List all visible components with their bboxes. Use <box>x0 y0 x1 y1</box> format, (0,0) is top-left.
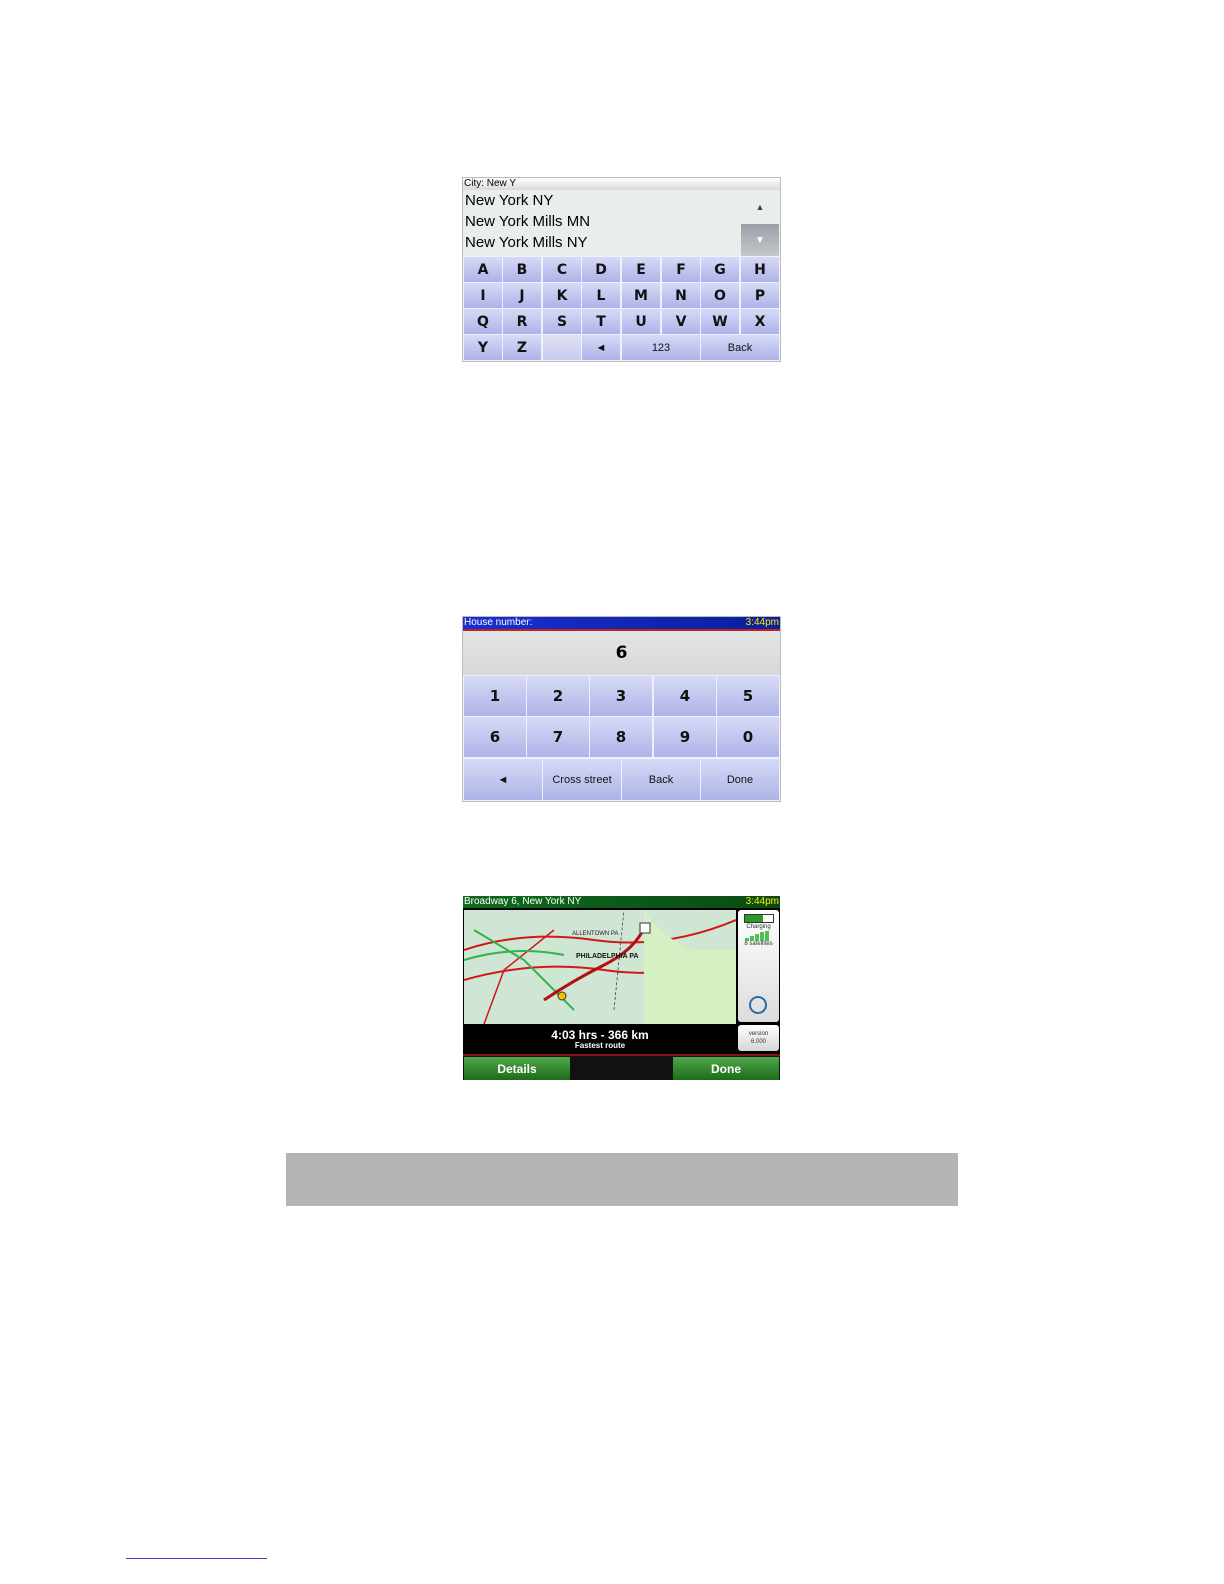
numbers-key[interactable]: 123 <box>621 334 701 361</box>
key-1[interactable]: 1 <box>463 675 527 717</box>
key-2[interactable]: 2 <box>526 675 590 717</box>
key-w[interactable]: W <box>700 308 740 335</box>
house-number-value: 6 <box>463 631 780 675</box>
city-input-title: City: New Y <box>463 178 780 190</box>
cross-street-button[interactable]: Cross street <box>542 758 622 801</box>
letter-keyboard: A B C D E F G H I J K L M N O P Q R S T … <box>463 256 780 361</box>
key-q[interactable]: Q <box>463 308 503 335</box>
key-6[interactable]: 6 <box>463 716 527 758</box>
destination-title: Broadway 6, New York NY <box>464 896 582 907</box>
key-4[interactable]: 4 <box>653 675 717 717</box>
map-label-allentown: ALLENTOWN PA <box>572 931 618 937</box>
key-t[interactable]: T <box>581 308 621 335</box>
volume-icon[interactable] <box>749 996 767 1014</box>
key-g[interactable]: G <box>700 256 740 283</box>
key-y[interactable]: Y <box>463 334 503 361</box>
key-o[interactable]: O <box>700 282 740 309</box>
map-graphic: ALLENTOWN PA PHILADELPHIA PA <box>463 909 737 1025</box>
key-3[interactable]: 3 <box>589 675 653 717</box>
version-label: version <box>748 1031 769 1037</box>
map-label-philadelphia: PHILADELPHIA PA <box>576 953 639 960</box>
key-u[interactable]: U <box>621 308 661 335</box>
key-f[interactable]: F <box>661 256 701 283</box>
route-type: Fastest route <box>574 1041 626 1050</box>
charging-label: Charging <box>746 924 771 930</box>
key-5[interactable]: 5 <box>716 675 780 717</box>
version-number: 6.000 <box>750 1039 766 1045</box>
key-l[interactable]: L <box>581 282 621 309</box>
key-v[interactable]: V <box>661 308 701 335</box>
route-summary: 4:03 hrs - 366 km Fastest route <box>464 1024 736 1054</box>
start-marker-icon <box>557 991 567 1001</box>
key-m[interactable]: M <box>621 282 661 309</box>
key-0[interactable]: 0 <box>716 716 780 758</box>
version-badge[interactable]: version 6.000 <box>738 1025 779 1051</box>
city-search-screen: City: New Y New York NY New York Mills M… <box>463 178 780 361</box>
key-8[interactable]: 8 <box>589 716 653 758</box>
house-number-screen: House number: 3:44pm 6 1 2 3 4 5 6 7 8 9… <box>463 617 780 801</box>
done-button[interactable]: Done <box>700 758 780 801</box>
key-a[interactable]: A <box>463 256 503 283</box>
title-bar: House number: 3:44pm <box>463 617 780 631</box>
route-map[interactable]: ALLENTOWN PA PHILADELPHIA PA <box>463 909 737 1025</box>
clock: 3:44pm <box>745 617 779 628</box>
key-d[interactable]: D <box>581 256 621 283</box>
backspace-key[interactable]: ◄ <box>581 334 621 361</box>
back-button[interactable]: Back <box>700 334 780 361</box>
key-7[interactable]: 7 <box>526 716 590 758</box>
key-blank <box>542 334 582 361</box>
title-bar: Broadway 6, New York NY 3:44pm <box>463 896 780 908</box>
footnote-separator <box>126 1558 267 1559</box>
key-r[interactable]: R <box>502 308 542 335</box>
key-k[interactable]: K <box>542 282 582 309</box>
key-c[interactable]: C <box>542 256 582 283</box>
satellites-label: 8 satellites <box>744 941 773 947</box>
key-e[interactable]: E <box>621 256 661 283</box>
key-z[interactable]: Z <box>502 334 542 361</box>
done-button[interactable]: Done <box>673 1057 779 1080</box>
route-time-distance: 4:03 hrs - 366 km <box>551 1028 649 1042</box>
status-panel: Charging 8 satellites <box>738 910 779 1022</box>
key-x[interactable]: X <box>740 308 780 335</box>
backspace-key[interactable]: ◄ <box>463 758 543 801</box>
key-n[interactable]: N <box>661 282 701 309</box>
list-item[interactable]: New York NY <box>463 190 741 211</box>
button-bar: Details Done <box>463 1054 780 1080</box>
key-h[interactable]: H <box>740 256 780 283</box>
key-b[interactable]: B <box>502 256 542 283</box>
caption-bar <box>286 1153 958 1206</box>
screen-title: House number: <box>464 617 533 628</box>
key-9[interactable]: 9 <box>653 716 717 758</box>
key-s[interactable]: S <box>542 308 582 335</box>
signal-strength-icon <box>744 931 773 941</box>
scroll-up-icon[interactable]: ▲ <box>741 192 779 222</box>
number-keypad: 1 2 3 4 5 6 7 8 9 0 ◄ Cross street Back … <box>463 675 780 801</box>
key-p[interactable]: P <box>740 282 780 309</box>
list-item[interactable]: New York Mills MN <box>463 211 741 232</box>
battery-icon <box>743 914 774 923</box>
list-item[interactable]: New York Mills NY <box>463 232 741 253</box>
back-button[interactable]: Back <box>621 758 701 801</box>
clock: 3:44pm <box>745 896 779 907</box>
key-i[interactable]: I <box>463 282 503 309</box>
key-j[interactable]: J <box>502 282 542 309</box>
route-summary-screen: Broadway 6, New York NY 3:44pm ALLENTOWN… <box>463 896 780 1080</box>
details-button[interactable]: Details <box>464 1057 570 1080</box>
destination-flag-icon <box>639 922 651 934</box>
scroll-down-icon[interactable]: ▼ <box>741 224 779 256</box>
